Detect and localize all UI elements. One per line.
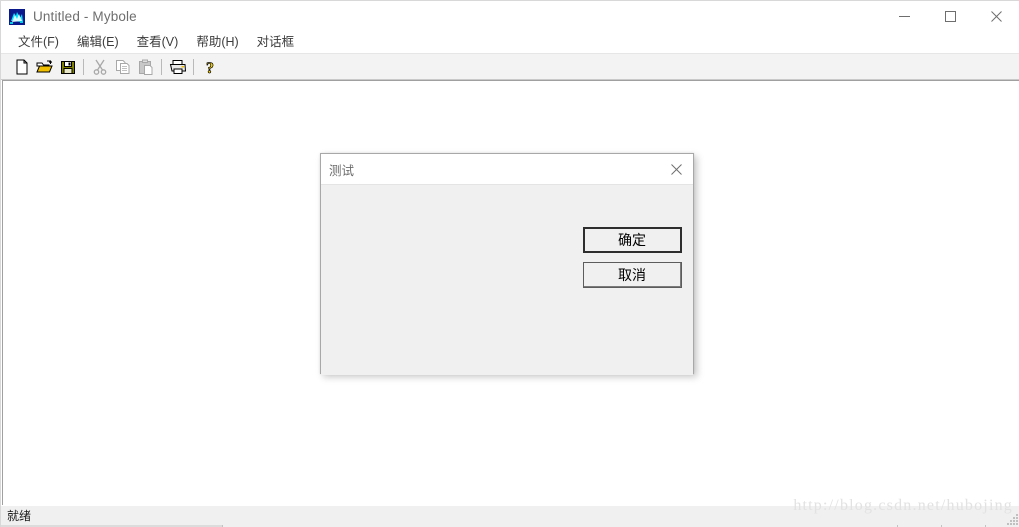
maximize-icon	[944, 11, 956, 22]
toolbar: ?	[1, 54, 1019, 80]
help-icon: ?	[205, 59, 214, 75]
save-button[interactable]	[56, 56, 79, 78]
new-icon	[16, 59, 27, 74]
dialog-titlebar: 测试	[321, 154, 693, 185]
svg-text:?: ?	[206, 60, 214, 75]
dialog-close-button[interactable]	[659, 155, 693, 184]
cut-icon	[93, 59, 106, 75]
new-button[interactable]	[10, 56, 33, 78]
application-window: Untitled - Mybole 文件(F) 编辑(E) 查看(V) 帮助(H…	[0, 0, 1019, 527]
dialog-body: 确定 取消	[321, 185, 693, 375]
menu-edit[interactable]: 编辑(E)	[68, 33, 128, 53]
help-button[interactable]: ?	[198, 56, 221, 78]
close-icon	[990, 11, 1002, 22]
open-button[interactable]	[33, 56, 56, 78]
menu-file[interactable]: 文件(F)	[9, 33, 68, 53]
toolbar-separator	[83, 58, 84, 75]
minimize-button[interactable]	[881, 1, 927, 32]
window-title: Untitled - Mybole	[33, 9, 137, 24]
cut-button[interactable]	[88, 56, 111, 78]
print-icon	[169, 59, 186, 74]
test-dialog: 测试 确定 取消	[320, 153, 694, 375]
status-message: 就绪	[7, 509, 32, 523]
paste-button[interactable]	[134, 56, 157, 78]
copy-icon	[115, 59, 129, 74]
menu-view[interactable]: 查看(V)	[128, 33, 188, 53]
window-titlebar: Untitled - Mybole	[1, 1, 1019, 32]
open-icon	[36, 59, 53, 72]
menu-help[interactable]: 帮助(H)	[187, 33, 247, 53]
close-button[interactable]	[973, 1, 1019, 32]
app-icon	[9, 8, 25, 25]
ok-button[interactable]: 确定	[583, 227, 682, 253]
save-icon	[60, 60, 75, 74]
print-button[interactable]	[166, 56, 189, 78]
statusbar: 就绪	[1, 505, 1019, 527]
toolbar-separator	[193, 58, 194, 75]
dialog-title: 测试	[329, 163, 355, 178]
toolbar-separator	[161, 58, 162, 75]
menubar: 文件(F) 编辑(E) 查看(V) 帮助(H) 对话框	[1, 32, 1019, 54]
maximize-button[interactable]	[927, 1, 973, 32]
minimize-icon	[898, 16, 910, 17]
resize-grip-icon[interactable]	[1005, 512, 1019, 526]
copy-button[interactable]	[111, 56, 134, 78]
paste-icon	[138, 59, 152, 75]
window-controls	[881, 1, 1019, 32]
close-icon	[670, 163, 682, 175]
cancel-button[interactable]: 取消	[583, 262, 682, 288]
menu-dialog[interactable]: 对话框	[248, 33, 304, 53]
